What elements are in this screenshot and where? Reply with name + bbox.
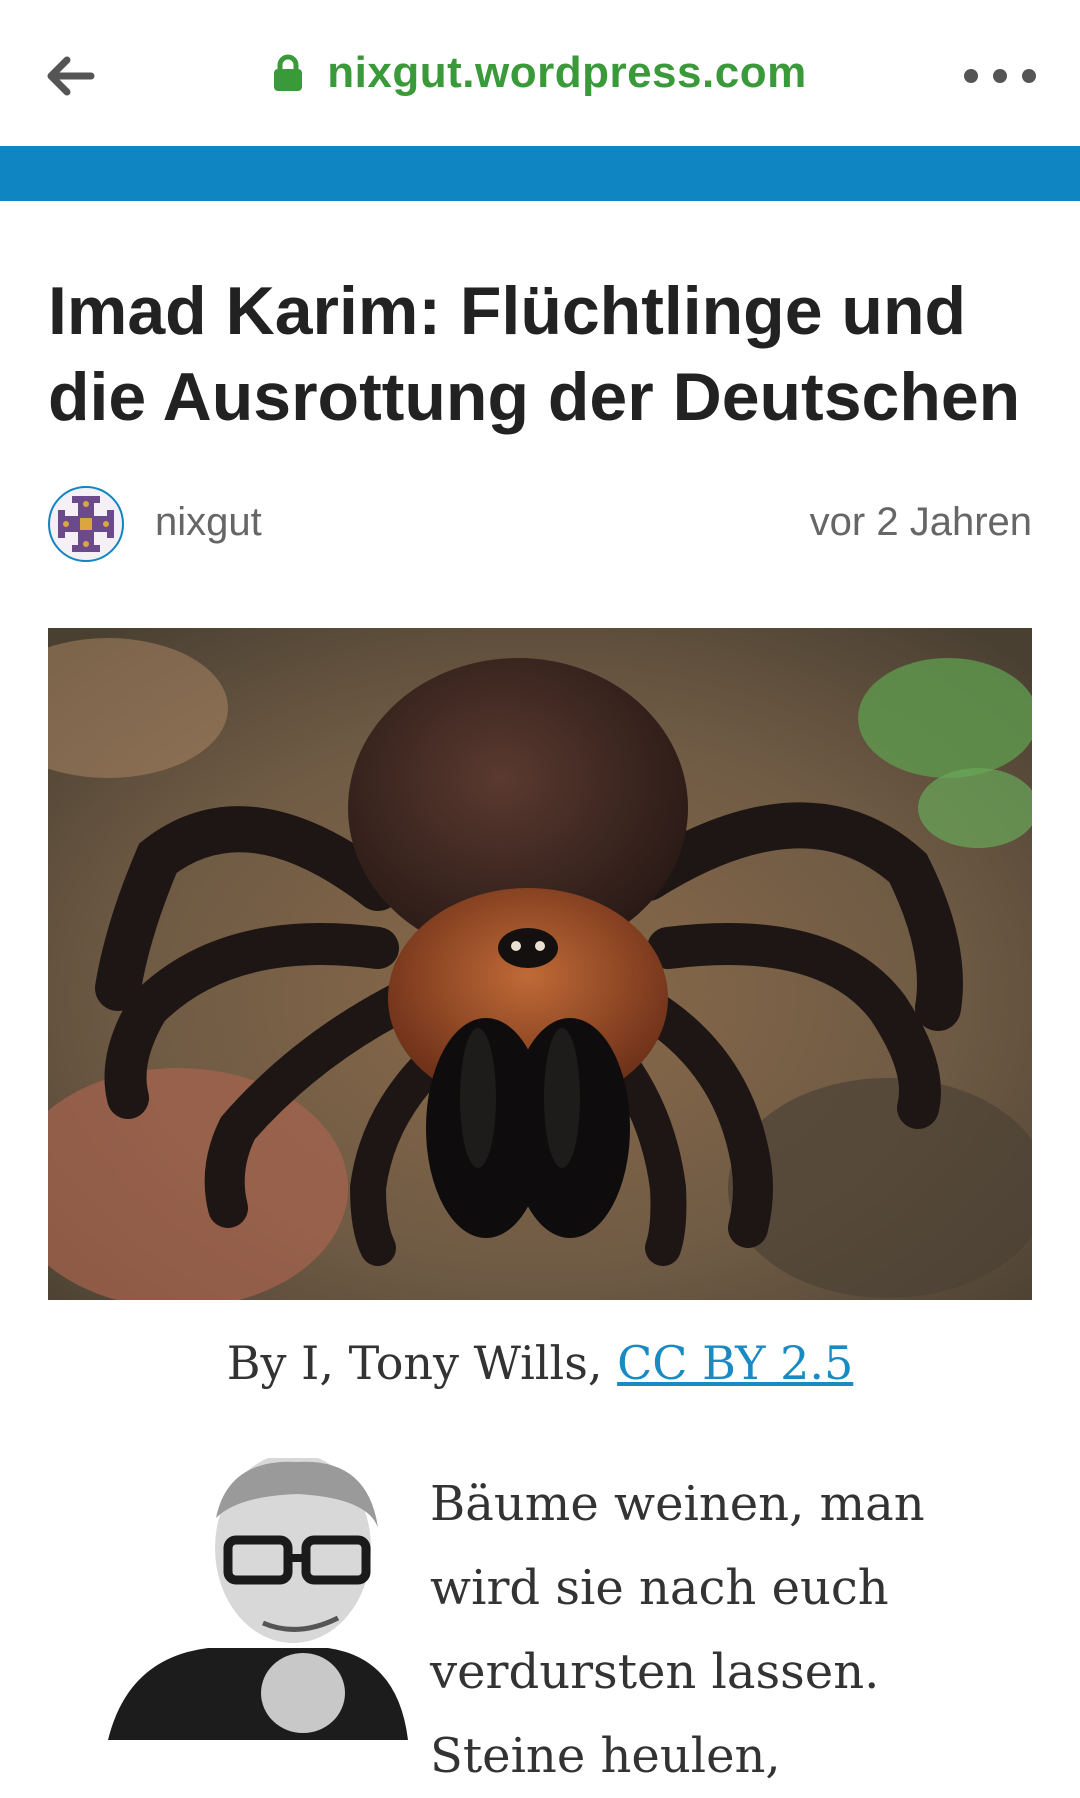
- menu-dot: [993, 69, 1007, 83]
- license-link[interactable]: CC BY 2.5: [617, 1336, 853, 1390]
- post-title: Imad Karim: Flüchtlinge und die Ausrottu…: [48, 273, 1021, 435]
- browser-toolbar: nixgut.wordpress.com: [0, 0, 1080, 146]
- site-header-bar: [0, 146, 1080, 201]
- author-name[interactable]: nixgut: [155, 500, 262, 545]
- post-date: vor 2 Jahren: [809, 500, 1032, 544]
- author-avatar[interactable]: [48, 486, 124, 562]
- url-text: nixgut.wordpress.com: [327, 48, 807, 97]
- author-portrait-image: [48, 1458, 408, 1740]
- lock-icon: [274, 54, 303, 91]
- menu-dot: [1022, 69, 1036, 83]
- more-menu-button[interactable]: [964, 54, 1036, 98]
- image-caption: By I, Tony Wills, CC BY 2.5: [0, 1336, 1080, 1390]
- cross-emblem-icon: [58, 496, 114, 552]
- featured-image-tarantula: [48, 628, 1032, 1300]
- caption-credit: By I, Tony Wills,: [226, 1336, 603, 1390]
- post-body-text: Bäume weinen, man wird sie nach euch ver…: [430, 1476, 925, 1784]
- menu-dot: [964, 69, 978, 83]
- address-bar[interactable]: nixgut.wordpress.com: [0, 0, 1080, 146]
